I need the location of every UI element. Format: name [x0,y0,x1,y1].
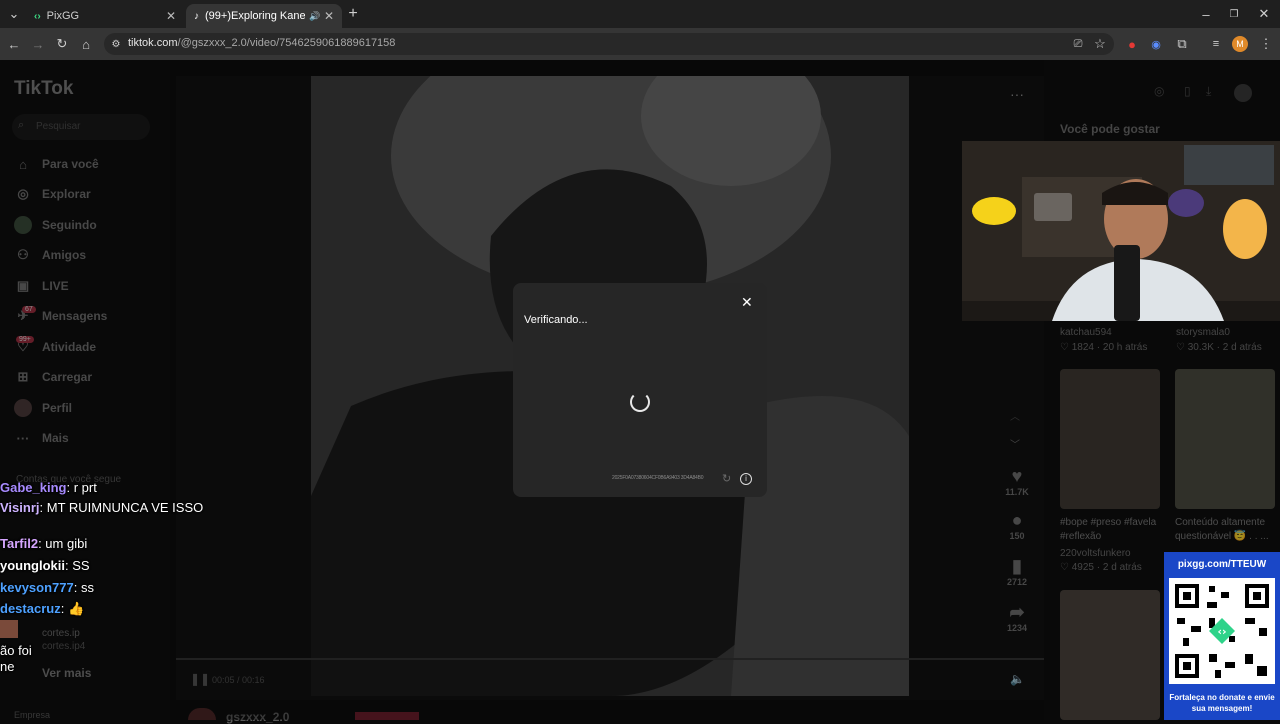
chat-message: Gabe_king: r prt [0,480,97,495]
chat-message: Tarfil2: um gibi [0,536,88,551]
loading-spinner-icon [630,392,650,412]
reload-icon[interactable]: ↻ [52,34,72,54]
pixgg-favicon: ‹› [34,10,41,22]
donation-caption: Fortaleça no donate e envie sua mensagem… [1169,693,1275,713]
site-info-icon[interactable]: ⚙ [106,34,126,54]
restore-button[interactable]: ❐ [1224,4,1244,24]
speaker-icon[interactable]: 🔊 [309,11,320,22]
chat-message: destacruz: 👍 [0,601,85,616]
svg-text:‹›: ‹› [1217,625,1226,638]
tab-pixgg[interactable]: ‹› PixGG ✕ [26,4,184,28]
chat-message: kevyson777: ss [0,580,94,595]
chat-text: 👍 [67,601,85,616]
chat-emote [0,620,18,638]
chat-message: younglokii: SS [0,558,90,573]
chat-user: Tarfil2 [0,536,39,551]
close-icon[interactable]: ✕ [166,9,176,23]
tab-label: PixGG [46,10,80,22]
modal-title: Verificando... [524,314,588,326]
chat-text: SS [72,558,90,573]
forward-icon[interactable]: → [28,34,48,54]
close-icon[interactable]: ✕ [741,294,753,311]
tiktok-favicon: ♪ [194,10,199,22]
refresh-icon[interactable]: ↻ [722,472,731,485]
chat-user: Visinrj [0,500,40,515]
browser-menu-icon[interactable]: ⋮ [1256,34,1276,54]
home-icon[interactable]: ⌂ [76,34,96,54]
profile-avatar[interactable]: M [1232,36,1248,52]
cast-icon[interactable]: ⎚ [1068,34,1088,54]
tab-tiktok[interactable]: ♪ (99+)Exploring Kaneki's Tra 🔊 ✕ [186,4,342,28]
new-tab-button[interactable]: + [343,4,363,24]
url-text: tiktok.com/@gszxxx_2.0/video/75462590618… [128,37,395,49]
chat-text: um gibi [45,536,88,551]
media-control-icon[interactable]: ≡ [1206,34,1226,54]
close-icon[interactable]: ✕ [324,9,334,23]
webcam-image [962,141,1280,321]
back-icon[interactable]: ← [4,34,24,54]
url-host: tiktok.com [128,37,178,49]
verification-modal: ✕ Verificando... 2025F0A07380604CF0B6A94… [513,283,767,497]
streamer-webcam [962,141,1280,321]
url-path: /@gszxxx_2.0/video/7546259061889617158 [177,37,396,49]
donation-url: pixgg.com/TTEUW [1177,559,1267,570]
chat-text: r prt [73,480,97,495]
chat-text: ss [80,580,94,595]
qr-graphic: ‹› [1169,578,1275,684]
bookmark-star-icon[interactable]: ☆ [1090,34,1110,54]
extensions-icon[interactable]: ⧉ [1172,34,1192,54]
chat-user: younglokii [0,558,65,573]
chat-message: ão foi ne [0,643,32,674]
chat-user: kevyson777 [0,580,74,595]
browser-tab-bar: ⌄ ‹› PixGG ✕ ♪ (99+)Exploring Kaneki's T… [0,0,1280,28]
tab-label: (99+)Exploring Kaneki's Tra [205,10,305,22]
chat-message: Visinrj: MT RUIMNUNCA VE ISSO [0,500,204,515]
chat-user: Gabe_king [0,480,67,495]
info-icon[interactable]: i [740,473,752,485]
extension-audio-icon[interactable]: ◉ [1146,34,1166,54]
chat-user: destacruz [0,601,61,616]
chat-text: MT RUIMNUNCA VE ISSO [46,500,204,515]
verification-code: 2025F0A07380604CF0B6A9403 3D4A84B0 [612,475,704,481]
tab-search-icon[interactable]: ⌄ [4,4,24,24]
window-close-button[interactable]: ✕ [1254,4,1274,24]
extension-record-icon[interactable]: ● [1122,34,1142,54]
minimize-button[interactable]: – [1196,4,1216,24]
qr-code-icon: ‹› [1169,578,1275,684]
